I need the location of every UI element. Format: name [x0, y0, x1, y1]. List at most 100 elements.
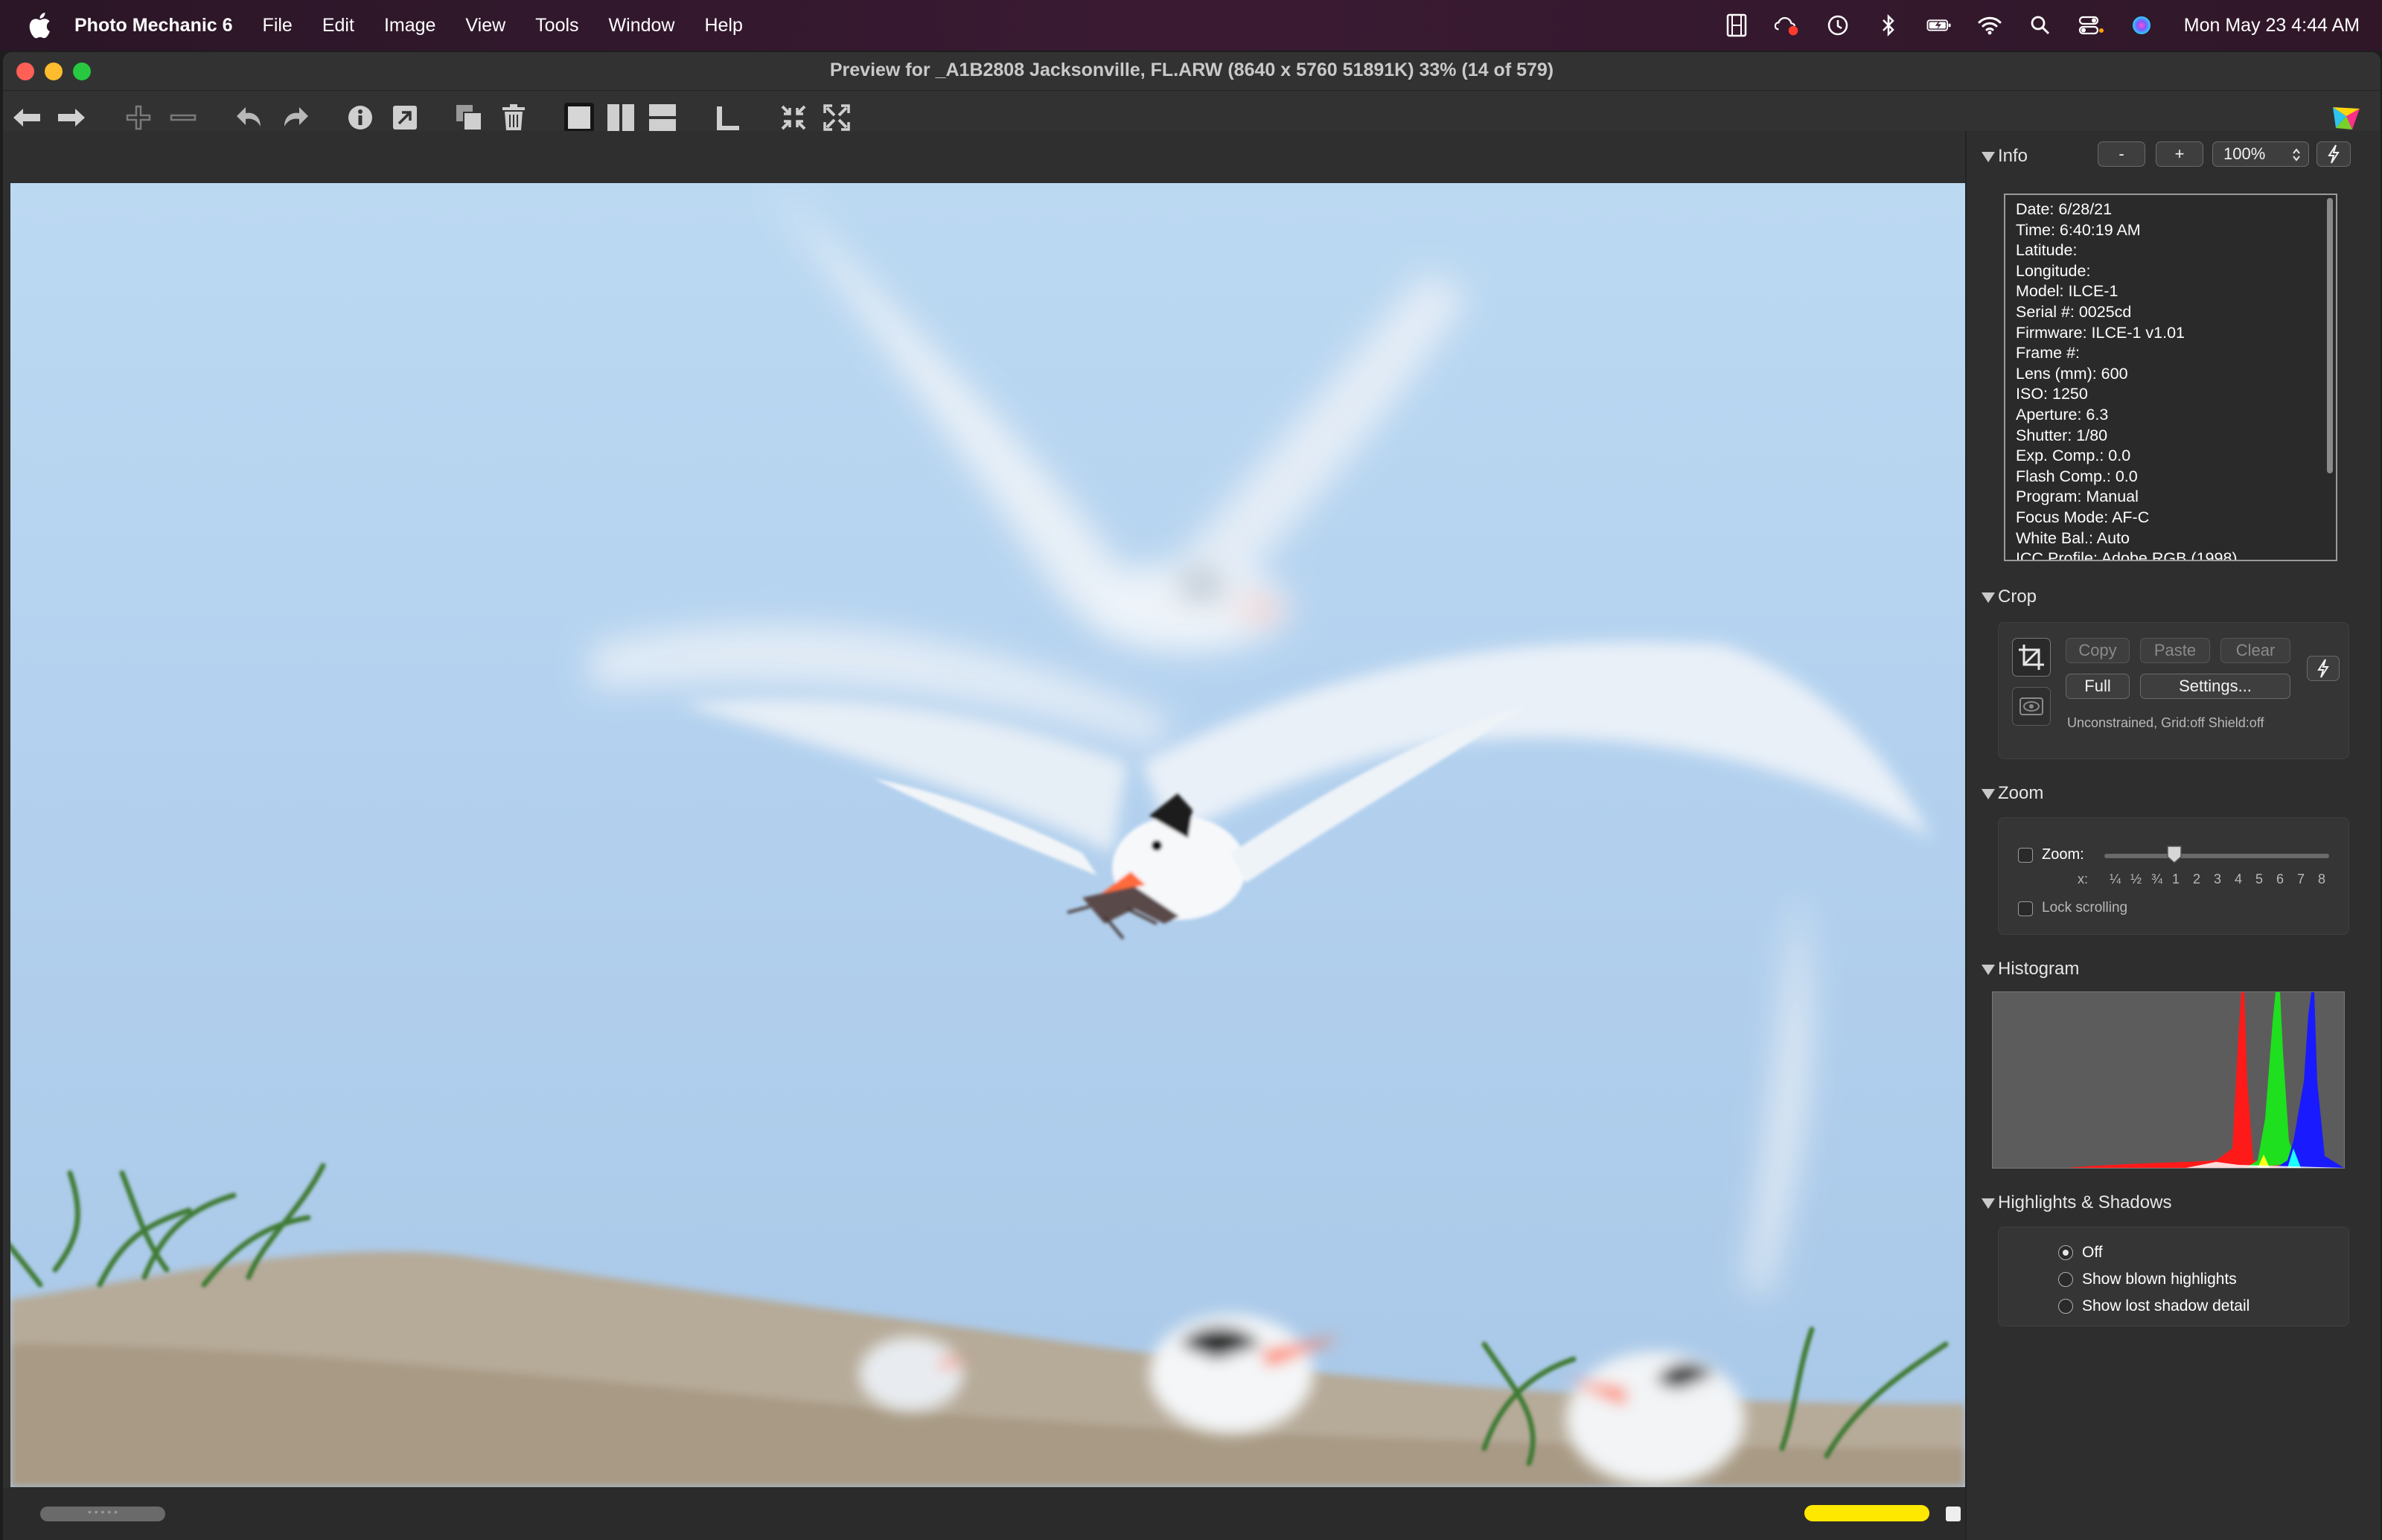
- crop-tool-button[interactable]: [2012, 638, 2051, 677]
- zoom-section-title: Zoom: [1998, 783, 2044, 803]
- tag-checkbox[interactable]: [1946, 1507, 1961, 1521]
- info-line: Lens (mm): 600: [2016, 364, 2128, 383]
- zoom-slider-thumb[interactable]: [2166, 845, 2183, 864]
- rotate-right-icon[interactable]: [278, 101, 311, 134]
- info-line: Date: 6/28/21: [2016, 200, 2113, 218]
- siri-icon[interactable]: [2129, 13, 2154, 38]
- system-menu-bar: Photo Mechanic 6 File Edit Image View To…: [0, 0, 2382, 51]
- info-section-header[interactable]: Info: [1982, 146, 2028, 167]
- highlights-off-label: Off: [2082, 1244, 2103, 1261]
- copy-icon[interactable]: [453, 101, 485, 134]
- battery-icon[interactable]: [1926, 13, 1952, 38]
- crop-section-title: Crop: [1998, 587, 2037, 607]
- info-line: Firmware: ILCE-1 v1.01: [2016, 323, 2185, 342]
- lock-scrolling-checkbox[interactable]: [2018, 901, 2033, 916]
- menu-view[interactable]: View: [465, 15, 505, 36]
- crop-group: Copy Paste Clear Full Settings... Uncons…: [1998, 622, 2349, 759]
- menu-edit[interactable]: Edit: [322, 15, 354, 36]
- zoom-slider-track[interactable]: [2104, 854, 2329, 858]
- crop-copy-button[interactable]: Copy: [2066, 638, 2130, 663]
- control-center-icon[interactable]: [2078, 13, 2104, 38]
- photo-preview[interactable]: [10, 183, 1965, 1487]
- app-menu[interactable]: Photo Mechanic 6: [74, 15, 233, 36]
- crop-section-header[interactable]: Crop: [1982, 587, 2037, 607]
- zoom-section-header[interactable]: Zoom: [1982, 783, 2043, 804]
- info-line: Frame #:: [2016, 344, 2081, 362]
- horizontal-scroll-handle[interactable]: • • • • •: [40, 1507, 165, 1521]
- align-bottom-icon[interactable]: [712, 101, 744, 134]
- zoom-out-button[interactable]: -: [2098, 141, 2145, 167]
- spotlight-search-icon[interactable]: [2028, 13, 2053, 38]
- info-scrollbar[interactable]: [2327, 198, 2333, 473]
- disclosure-triangle-icon: [1982, 964, 1995, 975]
- time-machine-icon[interactable]: [1825, 13, 1851, 38]
- menu-bar-clock[interactable]: Mon May 23 4:44 AM: [2184, 15, 2360, 36]
- open-external-icon[interactable]: [389, 101, 421, 134]
- disclosure-triangle-icon: [1982, 151, 1995, 162]
- menu-image[interactable]: Image: [384, 15, 435, 36]
- crop-paste-button[interactable]: Paste: [2140, 638, 2210, 663]
- film-strip-icon[interactable]: [1724, 13, 1749, 38]
- menu-help[interactable]: Help: [704, 15, 742, 36]
- zoom-group: Zoom: x: ¼ ½ ¾ 1 2 3 4 5 6 7 8 Lock scro…: [1998, 817, 2349, 935]
- info-lightning-button[interactable]: [2316, 141, 2351, 167]
- info-section-title: Info: [1998, 146, 2028, 166]
- zoom-tick-label: 4: [2235, 872, 2243, 886]
- zoom-tick-label: ½: [2130, 872, 2142, 886]
- remove-icon[interactable]: [167, 101, 199, 134]
- highlights-off-radio[interactable]: [2058, 1245, 2073, 1260]
- histogram-section-header[interactable]: Histogram: [1982, 959, 2079, 980]
- expand-icon[interactable]: [820, 101, 853, 134]
- window-titlebar: Preview for _A1B2808 Jacksonville, FL.AR…: [3, 52, 2381, 91]
- lock-scrolling-label: Lock scrolling: [2042, 900, 2128, 916]
- info-line: ICC Profile: Adobe RGB (1998): [2016, 549, 2238, 561]
- creative-cloud-icon[interactable]: [1774, 13, 1800, 38]
- stacked-view-icon[interactable]: [646, 101, 679, 134]
- lightning-icon: [2317, 659, 2329, 678]
- highlights-section-title: Highlights & Shadows: [1998, 1192, 2172, 1212]
- forward-arrow-icon[interactable]: [55, 101, 88, 134]
- crop-settings-button[interactable]: Settings...: [2140, 674, 2290, 699]
- rotate-left-icon[interactable]: [234, 101, 266, 134]
- lightning-icon: [2328, 144, 2340, 164]
- show-blown-highlights-radio[interactable]: [2058, 1272, 2073, 1287]
- bluetooth-icon[interactable]: [1876, 13, 1901, 38]
- zoom-tick-label: 5: [2255, 872, 2264, 886]
- color-class-label[interactable]: [1804, 1505, 1929, 1521]
- shrink-icon[interactable]: [777, 101, 810, 134]
- window-title: Preview for _A1B2808 Jacksonville, FL.AR…: [829, 60, 1554, 80]
- highlights-section-header[interactable]: Highlights & Shadows: [1982, 1192, 2171, 1213]
- add-icon[interactable]: [122, 101, 155, 134]
- metadata-info-box[interactable]: Date: 6/28/21 Time: 6:40:19 AM Latitude:…: [2004, 194, 2337, 561]
- back-arrow-icon[interactable]: [10, 101, 43, 134]
- menu-window[interactable]: Window: [609, 15, 675, 36]
- show-lost-shadow-radio[interactable]: [2058, 1299, 2073, 1314]
- info-line: Shutter: 1/80: [2016, 426, 2108, 444]
- wifi-icon[interactable]: [1977, 13, 2002, 38]
- crop-preview-button[interactable]: [2012, 687, 2051, 726]
- info-icon[interactable]: [344, 101, 377, 134]
- zoom-tick-label: 2: [2193, 872, 2201, 886]
- zoom-label: Zoom:: [2042, 846, 2084, 863]
- eye-icon: [2019, 697, 2043, 715]
- two-up-view-icon[interactable]: [604, 101, 637, 134]
- info-line: ISO: 1250: [2016, 385, 2088, 403]
- crop-clear-button[interactable]: Clear: [2220, 638, 2290, 663]
- histogram-graph: [1992, 991, 2345, 1169]
- crop-full-button[interactable]: Full: [2066, 674, 2130, 699]
- menu-file[interactable]: File: [263, 15, 293, 36]
- info-line: White Bal.: Auto: [2016, 528, 2130, 547]
- info-line: Longitude:: [2016, 261, 2091, 280]
- crop-lightning-button[interactable]: [2307, 656, 2340, 681]
- trash-icon[interactable]: [497, 101, 530, 134]
- disclosure-triangle-icon: [1982, 788, 1995, 799]
- zoom-in-button[interactable]: +: [2156, 141, 2203, 167]
- highlights-group: Off Show blown highlights Show lost shad…: [1998, 1227, 2349, 1326]
- zoom-checkbox[interactable]: [2018, 848, 2033, 863]
- single-view-icon[interactable]: [563, 101, 596, 134]
- preview-area: • • • • •: [3, 131, 1965, 1540]
- apple-menu-icon[interactable]: [25, 10, 52, 40]
- photo-mechanic-logo: [2333, 107, 2360, 130]
- menu-tools[interactable]: Tools: [535, 15, 578, 36]
- zoom-level-select[interactable]: 100%: [2212, 141, 2309, 167]
